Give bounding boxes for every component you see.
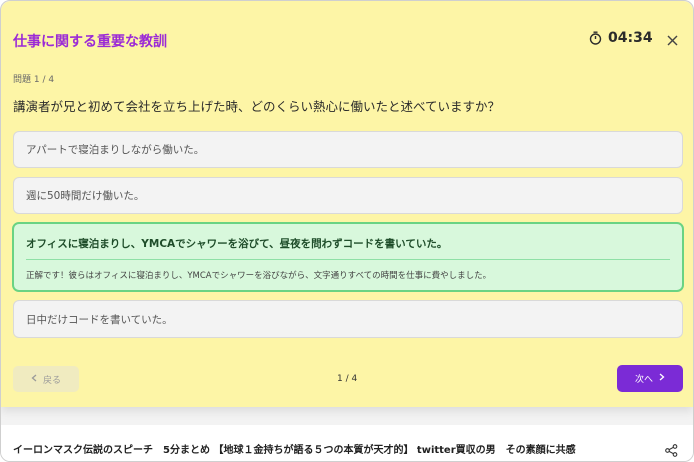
feedback-text: 正解です！彼らはオフィスに寝泊まりし、YMCAでシャワーを浴びながら、文字通りす… [26,271,492,281]
next-button[interactable]: 次へ [617,365,683,392]
share-button[interactable] [665,442,678,461]
chevron-left-icon [31,374,37,385]
page-indicator: 1 / 4 [337,374,358,384]
quiz-title: 仕事に関する重要な教訓 [13,34,167,50]
feedback-divider [26,259,670,260]
chevron-right-icon [659,373,665,384]
answer-option-1[interactable]: アパートで寝泊まりしながら働いた。 [13,131,683,168]
question-text: 講演者が兄と初めて会社を立ち上げた時、どのくらい熱心に働いたと述べていますか？ [13,99,501,114]
stopwatch-icon [589,31,602,45]
answer-option-4[interactable]: 日中だけコードを書いていた。 [13,300,683,338]
quiz-panel: 仕事に関する重要な教訓 04:34 問題 1 / 4 講演者が兄と初めて会社を立… [1,1,693,407]
answer-option-label: オフィスに寝泊まりし、YMCAでシャワーを浴びて、昼夜を問わずコードを書いていた… [26,238,448,250]
timer: 04:34 [589,30,653,46]
video-info-bar: イーロンマスク伝説のスピーチ 5分まとめ 【地球１金持ちが語る５つの本質が天才的… [1,425,693,461]
question-number: 問題 1 / 4 [13,75,55,85]
answer-option-label: 日中だけコードを書いていた。 [26,313,173,326]
close-icon [667,31,678,50]
next-button-label: 次へ [634,375,653,385]
answer-option-2[interactable]: 週に50時間だけ働いた。 [13,177,683,214]
video-title: イーロンマスク伝説のスピーチ 5分まとめ 【地球１金持ちが語る５つの本質が天才的… [13,445,576,456]
answer-option-3-correct[interactable]: オフィスに寝泊まりし、YMCAでシャワーを浴びて、昼夜を問わずコードを書いていた… [12,222,684,292]
answer-option-label: 週に50時間だけ働いた。 [26,190,145,202]
answer-option-label: アパートで寝泊まりしながら働いた。 [26,144,205,156]
timer-value: 04:34 [608,30,653,46]
share-icon [665,442,678,461]
back-button-label: 戻る [42,375,61,386]
close-button[interactable] [663,31,681,49]
app-frame: 仕事に関する重要な教訓 04:34 問題 1 / 4 講演者が兄と初めて会社を立… [0,0,694,462]
back-button[interactable]: 戻る [13,366,79,392]
